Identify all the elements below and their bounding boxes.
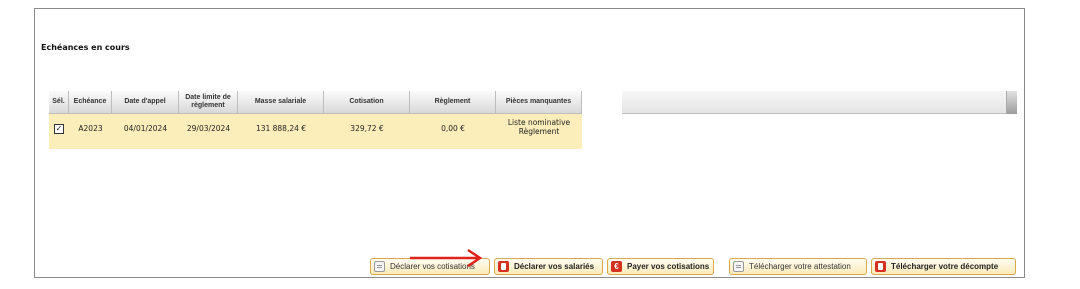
document-icon: [374, 261, 385, 272]
cell-cotisation: 329,72 €: [324, 114, 410, 149]
euro-icon: €: [611, 261, 622, 272]
echeances-table: Sél. Echéance Date d'appel Date limite d…: [49, 91, 582, 149]
table-header-row: Sél. Echéance Date d'appel Date limite d…: [49, 91, 582, 114]
cell-date-appel: 04/01/2024: [112, 114, 179, 149]
echeances-panel: Echéances en cours Sél. Echéance Date d'…: [34, 8, 1025, 278]
cell-pieces-manquantes: Liste nominative Règlement: [496, 114, 582, 149]
missing-piece-2: Règlement: [518, 127, 560, 136]
section-title: Echéances en cours: [41, 43, 130, 52]
telecharger-attestation-label: Télécharger votre attestation: [749, 262, 851, 271]
table-scrollbar[interactable]: [1006, 91, 1017, 114]
telecharger-decompte-button[interactable]: Télécharger votre décompte: [871, 258, 1016, 275]
person-icon: [498, 261, 509, 272]
selection-cell: ✓: [49, 114, 69, 149]
col-header-reglement[interactable]: Règlement: [410, 91, 496, 114]
col-header-echeance[interactable]: Echéance: [69, 91, 112, 114]
download-icon: [875, 261, 886, 272]
col-header-cotisation[interactable]: Cotisation: [324, 91, 410, 114]
missing-piece-1: Liste nominative: [507, 118, 571, 127]
telecharger-decompte-label: Télécharger votre décompte: [891, 262, 999, 271]
table-header-filler: [622, 91, 1006, 114]
payer-cotisations-button[interactable]: € Payer vos cotisations: [607, 258, 714, 275]
col-header-selection[interactable]: Sél.: [49, 91, 69, 114]
payer-cotisations-label: Payer vos cotisations: [627, 262, 710, 271]
declarer-salaries-label: Déclarer vos salariés: [514, 262, 595, 271]
table-row[interactable]: ✓ A2023 04/01/2024 29/03/2024 131 888,24…: [49, 114, 582, 149]
telecharger-attestation-button[interactable]: Télécharger votre attestation: [729, 258, 867, 275]
row-select-checkbox[interactable]: ✓: [54, 124, 64, 134]
col-header-date-appel[interactable]: Date d'appel: [112, 91, 179, 114]
col-header-date-limite[interactable]: Date limite de règlement: [179, 91, 238, 114]
red-arrow-annotation-icon: [410, 248, 483, 267]
col-header-pieces-manquantes[interactable]: Pièces manquantes: [496, 91, 582, 114]
cell-echeance: A2023: [69, 114, 112, 149]
document-icon: [733, 261, 744, 272]
cell-date-limite: 29/03/2024: [179, 114, 238, 149]
cell-reglement: 0,00 €: [410, 114, 496, 149]
cell-masse-salariale: 131 888,24 €: [238, 114, 324, 149]
declarer-salaries-button[interactable]: Déclarer vos salariés: [494, 258, 603, 275]
col-header-masse-salariale[interactable]: Masse salariale: [238, 91, 324, 114]
